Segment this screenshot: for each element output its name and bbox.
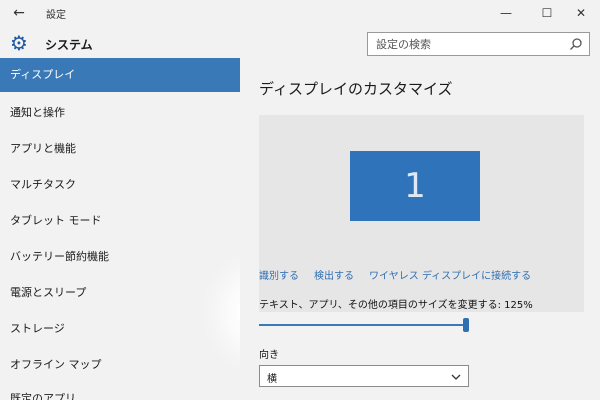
search-input[interactable] (368, 33, 563, 55)
section-title: システム (45, 38, 93, 52)
minimize-button[interactable]: — (487, 0, 525, 26)
maximize-button[interactable]: ☐ (528, 0, 566, 26)
orientation-select[interactable]: 横 (259, 365, 469, 387)
close-button[interactable]: ✕ (562, 0, 600, 26)
sidebar: ディスプレイ 通知と操作 アプリと機能 マルチタスク タブレット モード バッテ… (0, 58, 240, 400)
scale-label: テキスト、アプリ、その他の項目のサイズを変更する: 125% (259, 300, 533, 311)
sidebar-item-tablet-mode[interactable]: タブレット モード (0, 204, 240, 238)
title-bar: ← 設定 — ☐ ✕ (0, 0, 600, 26)
settings-header: ⚙ システム (0, 26, 600, 62)
sidebar-item-storage[interactable]: ストレージ (0, 312, 240, 346)
detect-link[interactable]: 検出する (314, 267, 354, 282)
monitor-tile[interactable]: 1 (350, 151, 480, 221)
page-title: ディスプレイのカスタマイズ (259, 80, 453, 98)
scale-slider[interactable] (259, 318, 469, 332)
sidebar-item-battery-saver[interactable]: バッテリー節約機能 (0, 240, 240, 274)
sidebar-item-power-sleep[interactable]: 電源とスリープ (0, 276, 240, 310)
orientation-label: 向き (259, 350, 279, 361)
sidebar-item-apps[interactable]: アプリと機能 (0, 132, 240, 166)
orientation-value: 横 (267, 374, 277, 385)
slider-track[interactable] (259, 324, 469, 326)
search-icon[interactable] (569, 37, 583, 51)
search-box[interactable] (367, 32, 590, 56)
display-preview: 1 (259, 115, 584, 312)
chevron-down-icon (451, 374, 461, 380)
sidebar-item-default-apps[interactable]: 既定のアプリ (0, 382, 240, 400)
identify-link[interactable]: 識別する (259, 267, 299, 282)
main-content: ディスプレイのカスタマイズ 1 識別する 検出する ワイヤレス ディスプレイに接… (240, 58, 600, 400)
back-arrow-icon[interactable]: ← (10, 4, 28, 22)
sidebar-item-notifications[interactable]: 通知と操作 (0, 96, 240, 130)
gear-icon: ⚙ (10, 31, 28, 55)
slider-thumb[interactable] (463, 318, 469, 332)
window-title: 設定 (46, 10, 66, 21)
sidebar-item-display[interactable]: ディスプレイ (0, 58, 240, 92)
sidebar-item-offline-maps[interactable]: オフライン マップ (0, 348, 240, 382)
wireless-display-link[interactable]: ワイヤレス ディスプレイに接続する (369, 267, 531, 282)
sidebar-item-multitasking[interactable]: マルチタスク (0, 168, 240, 202)
